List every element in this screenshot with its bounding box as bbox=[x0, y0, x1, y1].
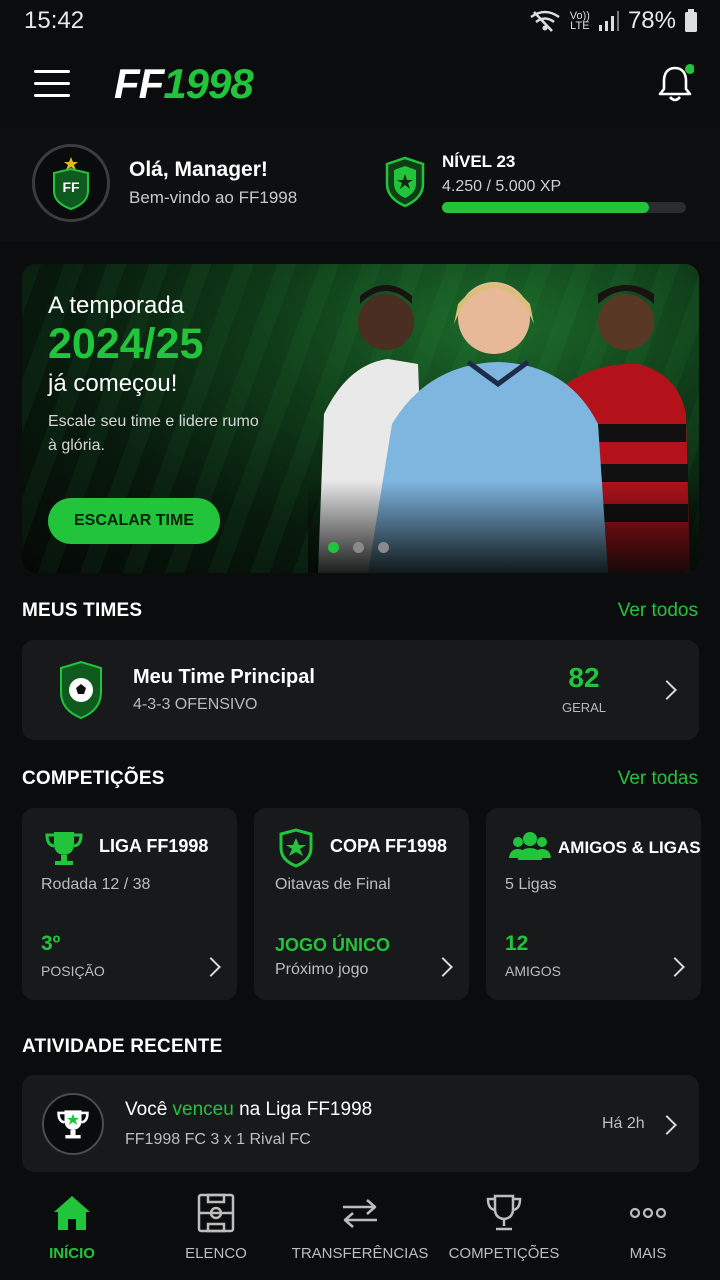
team-formation: 4-3-3 OFENSIVO bbox=[133, 696, 258, 713]
competition-card-copa[interactable]: COPA FF1998 Oitavas de Final JOGO ÚNICO … bbox=[254, 808, 469, 1000]
activity-title: Você venceu na Liga FF1998 bbox=[125, 1099, 373, 1120]
transfer-icon bbox=[343, 1199, 377, 1228]
app-header: FF1998 bbox=[0, 50, 720, 120]
competition-subtitle: Oitavas de Final bbox=[275, 876, 391, 893]
network-type: Vo)) LTE bbox=[569, 10, 590, 32]
battery-percent: 78% bbox=[627, 7, 676, 34]
my-teams-see-all-link[interactable]: Ver todos bbox=[618, 600, 698, 622]
hero-line-3: já começou! bbox=[48, 370, 178, 397]
xp-progress-fill bbox=[442, 202, 650, 213]
profile-summary: FF Olá, Manager! Bem-vindo ao FF1998 NÍV… bbox=[0, 128, 720, 242]
competition-subtitle: Rodada 12 / 38 bbox=[41, 876, 151, 893]
carousel-dots bbox=[328, 542, 389, 553]
competition-subtitle: 5 Ligas bbox=[505, 876, 557, 893]
carousel-dot[interactable] bbox=[353, 542, 364, 553]
competitions-see-all-link[interactable]: Ver todas bbox=[618, 768, 698, 790]
welcome-text: Bem-vindo ao FF1998 bbox=[129, 188, 298, 207]
players-image bbox=[308, 264, 699, 573]
trophy-icon bbox=[42, 1093, 104, 1155]
escalar-time-button[interactable]: ESCALAR TIME bbox=[48, 498, 220, 544]
hero-subtitle: Escale seu time e lidere rumo à glória. bbox=[48, 413, 259, 454]
level-shield-icon bbox=[385, 156, 425, 208]
competition-card-liga[interactable]: LIGA FF1998 Rodada 12 / 38 3º POSIÇÃO bbox=[22, 808, 237, 1000]
field-icon bbox=[197, 1193, 235, 1233]
nav-item-elenco[interactable]: ELENCO bbox=[144, 1180, 288, 1280]
activity-detail: FF1998 FC 3 x 1 Rival FC bbox=[125, 1131, 311, 1148]
status-icons: Vo)) LTE 78% bbox=[528, 7, 698, 35]
chevron-right-icon bbox=[657, 680, 677, 700]
nav-item-mais[interactable]: MAIS bbox=[576, 1180, 720, 1280]
status-bar: 15:42 Vo)) LTE 78% bbox=[0, 0, 720, 42]
friends-icon bbox=[509, 832, 551, 860]
bottom-navigation: INÍCIO ELENCO TRANSFERÊNCIAS COMPETIÇÕES bbox=[0, 1180, 720, 1280]
level-title: NÍVEL 23 bbox=[442, 152, 516, 171]
activity-time: Há 2h bbox=[602, 1115, 645, 1132]
svg-text:FF: FF bbox=[62, 179, 80, 195]
competitions-title: COMPETIÇÕES bbox=[22, 768, 165, 789]
competition-label: Próximo jogo bbox=[275, 961, 369, 978]
activity-item[interactable]: Você venceu na Liga FF1998 FF1998 FC 3 x… bbox=[22, 1075, 699, 1172]
my-teams-title: MEUS TIMES bbox=[22, 600, 143, 621]
competition-title: COPA FF1998 bbox=[330, 836, 448, 856]
more-icon bbox=[629, 1207, 667, 1219]
status-time: 15:42 bbox=[24, 7, 85, 34]
team-rating: 82 bbox=[568, 662, 600, 693]
xp-progress-bar bbox=[442, 202, 686, 213]
avatar[interactable]: FF bbox=[32, 144, 110, 222]
app-logo: FF1998 bbox=[114, 60, 254, 107]
competition-title: LIGA FF1998 bbox=[99, 836, 209, 856]
competition-label: AMIGOS bbox=[505, 963, 562, 979]
greeting-text: Olá, Manager! bbox=[129, 158, 268, 181]
chevron-right-icon bbox=[433, 957, 453, 977]
competition-card-amigos[interactable]: AMIGOS & LIGAS 5 Ligas 12 AMIGOS bbox=[486, 808, 701, 1000]
competition-title: AMIGOS & LIGAS bbox=[558, 838, 701, 857]
team-rating-label: GERAL bbox=[561, 700, 607, 715]
hero-banner[interactable]: A temporada 2024/25 já começou! Escale s… bbox=[22, 264, 699, 573]
nav-item-inicio[interactable]: INÍCIO bbox=[0, 1180, 144, 1280]
soccer-shield-icon bbox=[60, 660, 102, 720]
carousel-dot[interactable] bbox=[328, 542, 339, 553]
team-name: Meu Time Principal bbox=[133, 666, 315, 688]
carousel-dot[interactable] bbox=[378, 542, 389, 553]
notification-bell-icon[interactable] bbox=[656, 64, 694, 104]
competition-value: JOGO ÚNICO bbox=[275, 935, 391, 955]
competition-label: POSIÇÃO bbox=[41, 963, 105, 979]
nav-item-competicoes[interactable]: COMPETIÇÕES bbox=[432, 1180, 576, 1280]
competition-value: 12 bbox=[505, 932, 529, 955]
home-icon bbox=[54, 1196, 90, 1230]
hero-season: 2024/25 bbox=[48, 320, 204, 368]
signal-icon bbox=[598, 11, 619, 31]
shield-star-icon bbox=[279, 828, 313, 868]
trophy-icon bbox=[486, 1194, 522, 1231]
team-card[interactable]: Meu Time Principal 4-3-3 OFENSIVO 82 GER… bbox=[22, 640, 699, 740]
hero-line-1: A temporada bbox=[48, 292, 185, 319]
battery-icon bbox=[685, 9, 697, 32]
club-badge-icon: FF bbox=[53, 157, 89, 211]
trophy-icon bbox=[45, 832, 83, 865]
wifi-off-icon bbox=[530, 10, 560, 32]
xp-text: 4.250 / 5.000 XP bbox=[442, 178, 562, 195]
nav-item-transferencias[interactable]: TRANSFERÊNCIAS bbox=[288, 1180, 432, 1280]
chevron-right-icon bbox=[657, 1115, 677, 1135]
hamburger-menu-icon[interactable] bbox=[34, 70, 70, 98]
competition-value: 3º bbox=[41, 932, 61, 955]
chevron-right-icon bbox=[201, 957, 221, 977]
activity-title: ATIVIDADE RECENTE bbox=[22, 1036, 223, 1057]
chevron-right-icon bbox=[665, 957, 685, 977]
